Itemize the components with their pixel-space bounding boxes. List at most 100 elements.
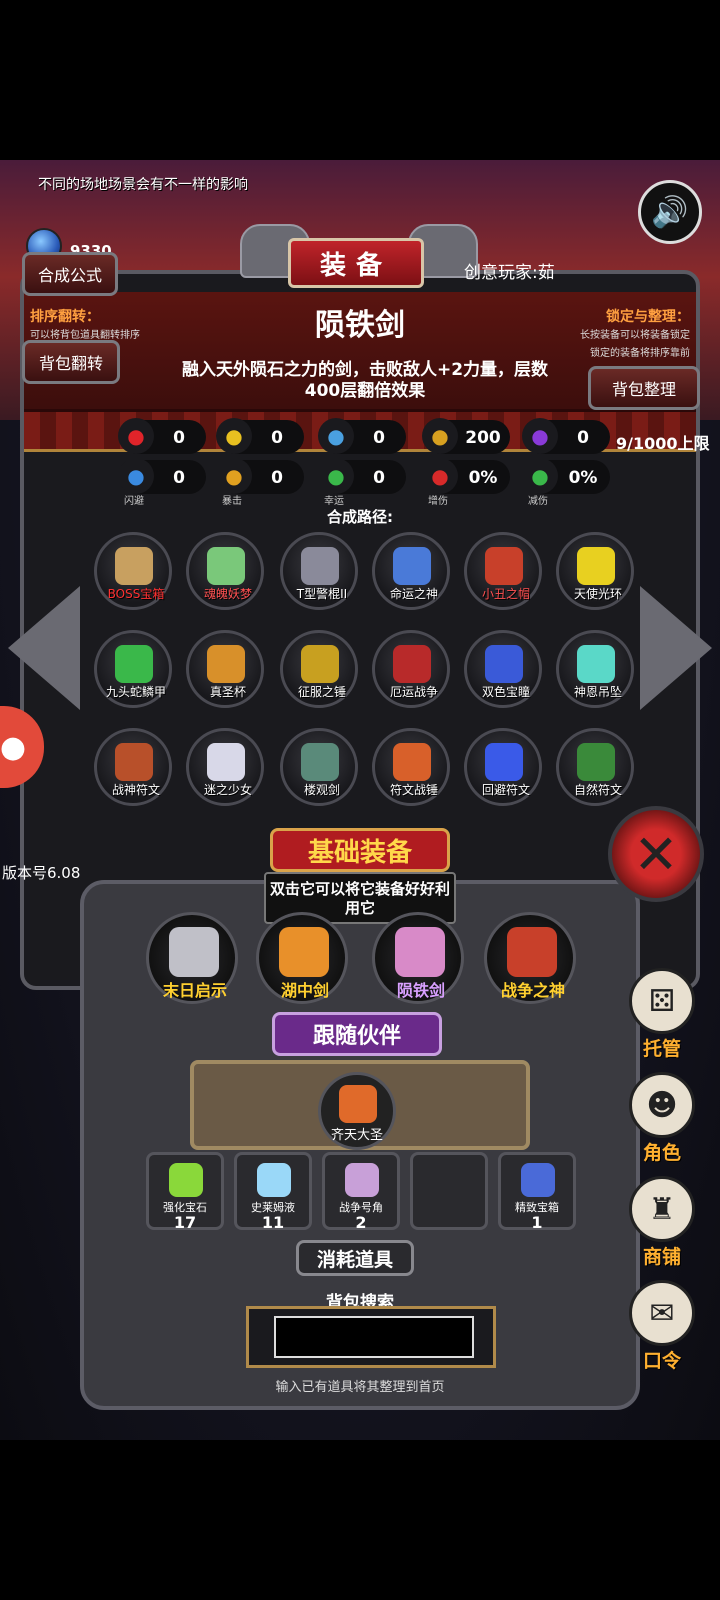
craft-path-item[interactable]: T型警棍II <box>280 532 358 610</box>
item-label: 回避符文 <box>481 783 530 797</box>
item-label: 小丑之帽 <box>481 587 530 601</box>
consumable-slot[interactable]: 战争号角 2 <box>322 1152 400 1232</box>
sound-toggle-button[interactable]: 🔊 <box>638 180 702 244</box>
craft-path-item[interactable]: 符文战锤 <box>372 728 450 806</box>
equipment-label: 湖中剑 <box>280 981 329 1000</box>
item-icon <box>207 547 245 585</box>
craft-path-item[interactable]: 神恩吊坠 <box>556 630 634 708</box>
item-icon <box>485 547 523 585</box>
craft-path-item[interactable]: 自然符文 <box>556 728 634 806</box>
consumable-slot[interactable]: 史莱姆液 11 <box>234 1152 312 1232</box>
base-equipment-title: 基础装备 <box>270 828 450 872</box>
side-menu-label: 商铺 <box>642 1246 681 1268</box>
item-label: 双色宝瞳 <box>481 685 530 699</box>
consumable-slot[interactable]: 强化宝石 17 <box>146 1152 224 1232</box>
craft-path-item[interactable]: 九头蛇鳞甲 <box>94 630 172 708</box>
prev-page-arrow[interactable] <box>8 586 80 710</box>
item-description: 融入天外陨石之力的剑，击败敌人+2力量，层数400层翻倍效果 <box>181 360 549 401</box>
luck-icon: ● <box>318 458 354 494</box>
game-screen: 不同的场地场景会有不一样的影响 🔊 9330 装备 合成公式 创意玩家:茹 排序… <box>0 160 720 1440</box>
stat-label: 增伤 <box>428 496 448 507</box>
partner-name: 齐天大圣 <box>330 1128 383 1143</box>
item-label: 命运之神 <box>389 587 438 601</box>
base-equipment-item[interactable]: 湖中剑 <box>256 912 348 1004</box>
craft-path-item[interactable]: 楼观剑 <box>280 728 358 806</box>
craft-path-item[interactable]: BOSS宝箱 <box>94 532 172 610</box>
craft-formula-button[interactable]: 合成公式 <box>22 252 118 296</box>
craft-path-item[interactable]: 迷之少女 <box>186 728 264 806</box>
stat-strength: ● 200 <box>422 418 510 454</box>
craft-path-item[interactable]: 命运之神 <box>372 532 450 610</box>
craft-path-item[interactable]: 厄运战争 <box>372 630 450 708</box>
strength-icon: ● <box>422 418 458 454</box>
item-label: 迷之少女 <box>203 783 252 797</box>
close-icon: ✕ <box>633 822 679 886</box>
craft-path-item[interactable]: 天使光环 <box>556 532 634 610</box>
search-tip: 输入已有道具将其整理到首页 <box>275 1380 445 1395</box>
consumable-count: 1 <box>531 1213 543 1232</box>
speaker-icon: 🔊 <box>651 194 689 230</box>
item-label: T型警棍II <box>296 587 348 601</box>
stat-dodge: ● 0 闪避 <box>118 458 206 507</box>
item-icon <box>485 645 523 683</box>
stat-damage-up: ● 0% 增伤 <box>422 458 510 507</box>
item-icon <box>485 743 523 781</box>
side-menu-shop[interactable]: ♜ 商铺 <box>626 1176 698 1269</box>
stat-value: 0 <box>373 468 385 488</box>
side-menu-scroll[interactable]: ✉ 口令 <box>626 1280 698 1373</box>
item-label: 神恩吊坠 <box>573 685 622 699</box>
side-menu-label: 角色 <box>642 1142 681 1164</box>
item-label: 魂魄妖梦 <box>203 587 252 601</box>
side-menu-hooded-character[interactable]: ☻ 角色 <box>626 1072 698 1165</box>
equipment-label: 末日启示 <box>162 981 227 1000</box>
stat-value: 0 <box>577 428 589 448</box>
item-icon <box>301 645 339 683</box>
item-label: 自然符文 <box>573 783 622 797</box>
side-menu-label: 托管 <box>642 1038 681 1060</box>
bag-search-input[interactable] <box>274 1316 474 1358</box>
side-menu-dice[interactable]: ⚄ 托管 <box>626 968 698 1061</box>
empty-slot[interactable] <box>410 1152 488 1230</box>
equipment-icon <box>169 927 219 977</box>
item-label: 符文战锤 <box>389 783 438 797</box>
consumable-count: 11 <box>261 1213 285 1232</box>
consumable-slot[interactable]: 精致宝箱 1 <box>498 1152 576 1232</box>
stat-heart: ● 0 <box>118 418 206 454</box>
consumables-title: 消耗道具 <box>296 1240 414 1276</box>
version-label: 版本号6.08 <box>2 864 81 882</box>
craft-path-item[interactable]: 回避符文 <box>464 728 542 806</box>
dice-icon: ⚄ <box>629 968 695 1034</box>
base-equipment-item[interactable]: 末日启示 <box>146 912 238 1004</box>
consumable-icon <box>521 1163 555 1197</box>
close-button[interactable]: ✕ <box>608 806 704 902</box>
equipment-icon <box>279 927 329 977</box>
base-equipment-item[interactable]: 陨铁剑 <box>372 912 464 1004</box>
stat-value: 0% <box>568 468 598 488</box>
item-icon <box>207 743 245 781</box>
monkey-king-icon <box>339 1085 377 1123</box>
stat-label: 闪避 <box>124 496 144 507</box>
stat-label: 幸运 <box>324 496 344 507</box>
bag-flip-button[interactable]: 背包翻转 <box>22 340 120 384</box>
craft-path-item[interactable]: 战神符文 <box>94 728 172 806</box>
next-page-arrow[interactable] <box>640 586 712 710</box>
shop-icon: ♜ <box>629 1176 695 1242</box>
equipment-label: 战争之神 <box>500 981 565 1000</box>
damage-reduce-icon: ● <box>522 458 558 494</box>
stat-damage-reduce: ● 0% 减伤 <box>522 458 610 507</box>
lightning-icon: ● <box>522 418 558 454</box>
scroll-icon: ✉ <box>629 1280 695 1346</box>
equipment-icon <box>395 927 445 977</box>
craft-path-item[interactable]: 征服之锤 <box>280 630 358 708</box>
bag-organize-button[interactable]: 背包整理 <box>588 366 700 410</box>
craft-path-item[interactable]: 小丑之帽 <box>464 532 542 610</box>
stat-value: 0 <box>173 468 185 488</box>
base-equipment-item[interactable]: 战争之神 <box>484 912 576 1004</box>
consumable-count: 2 <box>355 1213 367 1232</box>
craft-path-item[interactable]: 双色宝瞳 <box>464 630 542 708</box>
stat-label: 减伤 <box>528 496 548 507</box>
craft-path-item[interactable]: 真圣杯 <box>186 630 264 708</box>
lock-desc-2: 锁定的装备将排序靠前 <box>590 348 690 359</box>
equipment-label: 陨铁剑 <box>396 981 445 1000</box>
craft-path-item[interactable]: 魂魄妖梦 <box>186 532 264 610</box>
